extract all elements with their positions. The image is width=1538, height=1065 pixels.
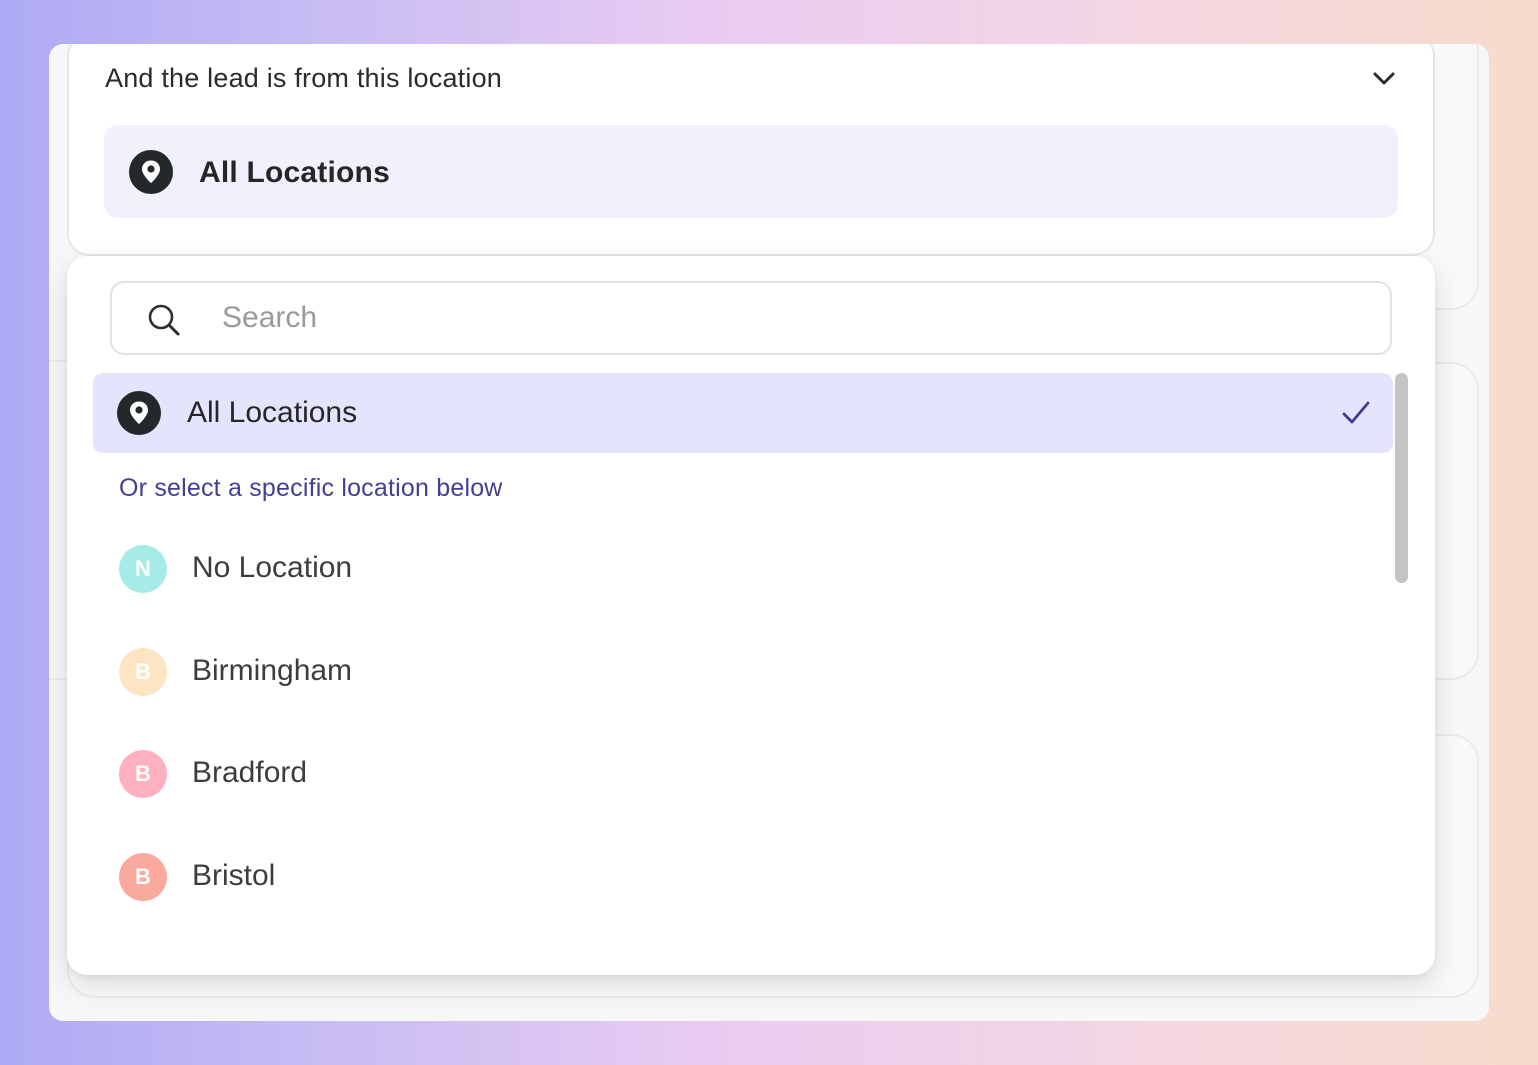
location-select-field[interactable]: All Locations <box>104 125 1398 218</box>
search-input[interactable] <box>220 297 1364 339</box>
location-item[interactable]: B Birmingham <box>119 647 1319 697</box>
map-pin-icon <box>117 391 161 435</box>
location-label: No Location <box>192 551 353 584</box>
location-item[interactable]: B Bristol <box>119 852 1319 902</box>
location-dropdown: All Locations Or select a specific locat… <box>67 256 1435 975</box>
avatar: B <box>119 750 167 798</box>
checkmark-icon <box>1342 401 1370 424</box>
chevron-down-icon[interactable] <box>1371 68 1397 88</box>
search-icon <box>148 304 180 336</box>
search-box <box>110 281 1392 355</box>
location-item[interactable]: N No Location <box>119 544 1319 594</box>
map-pin-icon <box>129 150 173 194</box>
avatar: B <box>119 853 167 901</box>
option-label: All Locations <box>187 396 358 429</box>
app-window: And the lead is from this location All L… <box>49 44 1489 1021</box>
avatar: B <box>119 648 167 696</box>
option-all-locations[interactable]: All Locations <box>93 373 1393 453</box>
selected-location-label: All Locations <box>199 156 390 189</box>
location-label: Bristol <box>192 859 276 892</box>
location-label: Bradford <box>192 756 308 789</box>
location-condition-card: And the lead is from this location All L… <box>67 44 1435 256</box>
section-hint: Or select a specific location below <box>119 474 503 502</box>
location-label: Birmingham <box>192 654 353 687</box>
scrollbar-thumb[interactable] <box>1395 373 1408 583</box>
condition-title: And the lead is from this location <box>105 63 503 93</box>
location-item[interactable]: B Bradford <box>119 749 1319 799</box>
avatar: N <box>119 545 167 593</box>
